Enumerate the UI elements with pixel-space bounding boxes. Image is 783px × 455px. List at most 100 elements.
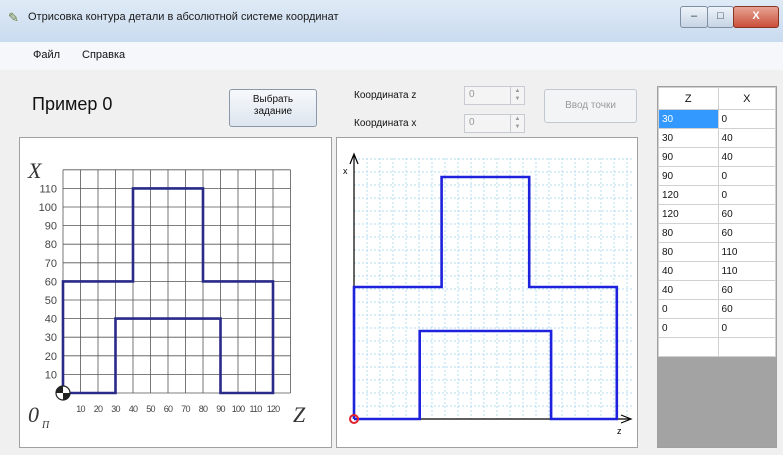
canvas-z-label: z [617, 426, 622, 436]
coord-z-arrows[interactable]: ▲ ▼ [510, 87, 524, 104]
y-tick-label: 80 [45, 239, 57, 251]
y-tick-label: 10 [45, 369, 57, 381]
origin-marker-quadrant [63, 393, 70, 400]
cell-x[interactable]: 0 [717, 185, 776, 205]
x-tick-label: 10 [76, 404, 85, 414]
cell-x[interactable]: 60 [717, 280, 776, 300]
cell-x[interactable]: 40 [717, 128, 776, 148]
cell-z[interactable]: 120 [658, 185, 719, 205]
x-tick-label: 70 [181, 404, 190, 414]
x-tick-label: 100 [232, 404, 245, 414]
cell-x[interactable]: 60 [717, 299, 776, 319]
coord-x-arrows[interactable]: ▲ ▼ [510, 115, 524, 132]
table-row[interactable]: 30 40 [658, 128, 776, 148]
cell-z[interactable]: 80 [658, 223, 719, 243]
table-row[interactable]: 120 0 [658, 185, 776, 205]
table-row[interactable]: 90 40 [658, 147, 776, 167]
x-tick-label: 20 [94, 404, 103, 414]
x-tick-label: 120 [267, 404, 280, 414]
origin-marker-quadrant [56, 386, 63, 393]
title-bar: ✎ Отрисовка контура детали в абсолютной … [0, 0, 783, 43]
x-tick-label: 90 [216, 404, 225, 414]
table-row[interactable]: 30 0 [658, 109, 776, 129]
maximize-button[interactable]: □ [707, 6, 734, 28]
cell-x[interactable]: 40 [717, 147, 776, 167]
cell-z[interactable]: 30 [658, 128, 719, 148]
cell-x[interactable]: 0 [717, 166, 776, 186]
cell-z[interactable]: 40 [658, 280, 719, 300]
table-row[interactable]: 0 60 [658, 299, 776, 319]
cell-z[interactable]: 0 [658, 318, 719, 338]
menu-bar: Файл Справка [0, 42, 783, 70]
cell-x[interactable]: 110 [717, 261, 776, 281]
y-tick-label: 50 [45, 295, 57, 307]
y-tick-label: 100 [39, 202, 57, 214]
x-tick-label: 80 [199, 404, 208, 414]
cell-z[interactable] [658, 337, 719, 357]
chevron-up-icon[interactable]: ▲ [511, 87, 524, 95]
table-row[interactable]: 90 0 [658, 166, 776, 186]
cell-z[interactable]: 90 [658, 166, 719, 186]
y-tick-label: 40 [45, 314, 57, 326]
axis-x-label: X [27, 158, 43, 183]
coordinates-table: Z X 30 0 30 40 90 40 90 0 120 0 120 60 80 60 80 110 40 11… [658, 87, 776, 357]
minimize-button[interactable]: – [680, 6, 708, 28]
reference-drawing-panel: 10 20 30 40 50 60 70 80 90 100 110 10 20 30 40 50 60 70 80… [19, 137, 332, 448]
coord-x-value: 0 [469, 117, 475, 128]
pencil-icon: ✎ [8, 10, 19, 25]
menu-file[interactable]: Файл [33, 49, 60, 61]
chevron-down-icon[interactable]: ▼ [511, 123, 524, 131]
coordinates-grid[interactable]: Z X 30 0 30 40 90 40 90 0 120 0 120 60 80 60 80 110 40 11… [657, 86, 777, 448]
table-row[interactable]: 40 110 [658, 261, 776, 281]
table-row[interactable]: 80 110 [658, 242, 776, 262]
cell-x[interactable]: 0 [717, 318, 776, 338]
coord-x-stepper[interactable]: 0 ▲ ▼ [464, 114, 525, 133]
cell-x[interactable]: 60 [717, 223, 776, 243]
cell-x[interactable]: 0 [717, 109, 776, 129]
cell-x[interactable]: 110 [717, 242, 776, 262]
y-tick-label: 110 [39, 183, 57, 195]
cell-x[interactable] [717, 337, 776, 357]
cell-z[interactable]: 90 [658, 147, 719, 167]
close-button[interactable]: X [733, 6, 779, 28]
canvas-x-label: x [343, 166, 348, 176]
reference-drawing: 10 20 30 40 50 60 70 80 90 100 110 10 20 30 40 50 60 70 80… [27, 158, 306, 431]
table-row[interactable]: 00 [658, 318, 776, 338]
coord-x-label: Координата x [354, 118, 417, 129]
example-title: Пример 0 [32, 94, 113, 114]
y-tick-label: 60 [45, 276, 57, 288]
table-row[interactable]: 40 60 [658, 280, 776, 300]
cell-z[interactable]: 0 [658, 299, 719, 319]
y-tick-label: 70 [45, 258, 57, 270]
coord-z-stepper[interactable]: 0 ▲ ▼ [464, 86, 525, 105]
drawing-canvas-panel[interactable]: xz [336, 137, 638, 448]
menu-help[interactable]: Справка [82, 49, 125, 61]
y-tick-label: 90 [45, 221, 57, 233]
axis-z-label: Z [293, 402, 306, 427]
table-row[interactable]: 80 60 [658, 223, 776, 243]
origin-label: 0 [28, 402, 39, 427]
x-tick-label: 60 [164, 404, 173, 414]
drawing-canvas[interactable]: xz [337, 138, 637, 447]
y-tick-label: 30 [45, 332, 57, 344]
choose-task-label-2: задание [253, 106, 293, 117]
chevron-down-icon[interactable]: ▼ [511, 95, 524, 103]
cell-z[interactable]: 80 [658, 242, 719, 262]
column-header-z[interactable]: Z [658, 87, 719, 110]
x-tick-label: 30 [111, 404, 120, 414]
choose-task-button[interactable]: Выбрать задание [229, 89, 317, 127]
coord-z-value: 0 [469, 89, 475, 100]
cell-z[interactable]: 40 [658, 261, 719, 281]
cell-z[interactable]: 120 [658, 204, 719, 224]
x-tick-label: 40 [129, 404, 138, 414]
x-tick-label: 110 [250, 404, 263, 414]
table-row[interactable] [658, 337, 776, 357]
column-header-x[interactable]: X [717, 87, 776, 110]
table-row[interactable]: 120 60 [658, 204, 776, 224]
origin-subscript: П [41, 420, 50, 431]
enter-point-button[interactable]: Ввод точки [544, 89, 637, 123]
coord-z-label: Координата z [354, 90, 417, 101]
chevron-up-icon[interactable]: ▲ [511, 115, 524, 123]
cell-z[interactable]: 30 [658, 109, 719, 129]
cell-x[interactable]: 60 [717, 204, 776, 224]
